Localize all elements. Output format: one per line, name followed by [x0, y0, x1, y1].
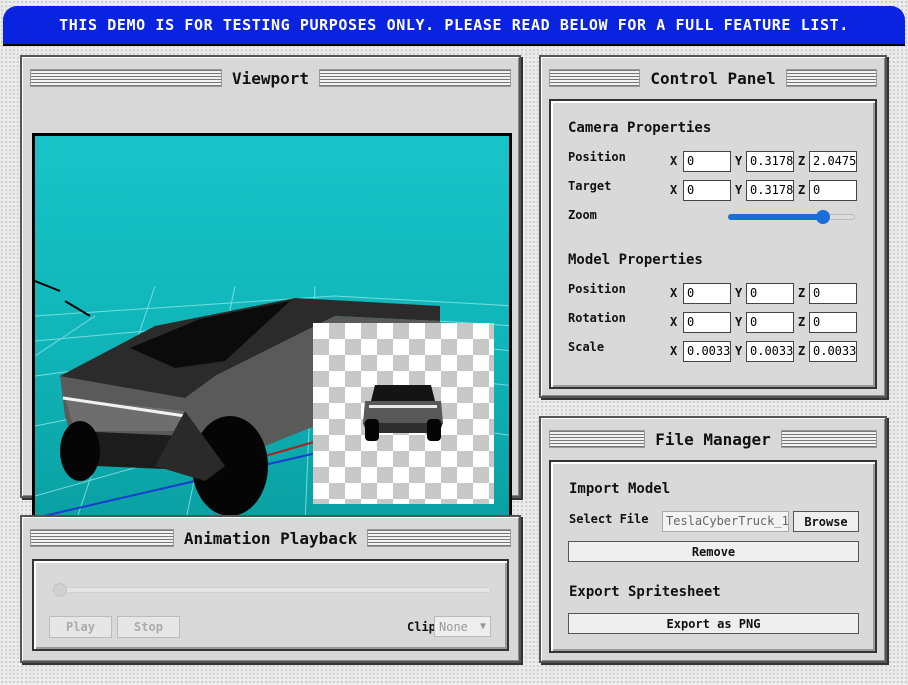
animation-window: Animation Playback Play Stop Clip None ▼: [20, 515, 521, 663]
export-png-button[interactable]: Export as PNG: [568, 613, 859, 634]
viewport-titlebar[interactable]: Viewport: [30, 65, 511, 91]
axis-x-label: X: [670, 315, 678, 329]
axis-x-label: X: [670, 154, 678, 168]
control-panel-titlebar[interactable]: Control Panel: [549, 65, 878, 91]
clip-label: Clip: [407, 620, 436, 634]
axis-y-label: Y: [735, 344, 743, 358]
titlebar-stripes-right: [780, 430, 877, 448]
titlebar-stripes-right: [367, 529, 512, 547]
clip-select[interactable]: None ▼: [434, 616, 491, 637]
camera-position-label: Position: [568, 150, 626, 164]
model-position-z-input[interactable]: 0: [809, 283, 857, 304]
axis-y-label: Y: [735, 315, 743, 329]
3d-viewport-canvas[interactable]: [32, 133, 512, 521]
titlebar-stripes-left: [549, 69, 641, 87]
axis-y-label: Y: [735, 183, 743, 197]
animation-titlebar[interactable]: Animation Playback: [30, 525, 512, 551]
model-position-label: Position: [568, 282, 626, 296]
camera-zoom-label: Zoom: [568, 208, 597, 222]
model-position-y-input[interactable]: 0: [746, 283, 794, 304]
axis-x-label: X: [670, 183, 678, 197]
axis-z-label: Z: [798, 154, 806, 168]
control-panel-body: Camera Properties Position X 0 Y 0.3178 …: [549, 99, 877, 389]
zoom-slider-fill: [728, 214, 824, 220]
select-file-label: Select File: [569, 512, 649, 526]
camera-target-x-input[interactable]: 0: [683, 180, 731, 201]
axis-x-label: X: [670, 344, 678, 358]
file-manager-body: Import Model Select File TeslaCyberTruck…: [549, 460, 877, 653]
titlebar-stripes-right: [319, 69, 511, 87]
viewport-title: Viewport: [231, 68, 310, 88]
axis-x-label: X: [670, 286, 678, 300]
axis-z-label: Z: [798, 286, 806, 300]
camera-properties-heading: Camera Properties: [568, 120, 712, 136]
animation-scrubber[interactable]: [56, 587, 491, 593]
model-scale-y-input[interactable]: 0.0033: [746, 341, 794, 362]
model-scale-z-input[interactable]: 0.0033: [809, 341, 857, 362]
remove-button[interactable]: Remove: [568, 541, 859, 562]
file-manager-titlebar[interactable]: File Manager: [549, 426, 877, 452]
demo-banner: THIS DEMO IS FOR TESTING PURPOSES ONLY. …: [3, 6, 905, 46]
file-manager-window: File Manager Import Model Select File Te…: [539, 416, 887, 663]
clip-select-value: None: [439, 619, 468, 634]
camera-position-y-input[interactable]: 0.3178: [746, 151, 794, 172]
model-rotation-label: Rotation: [568, 311, 626, 325]
scrubber-thumb[interactable]: [53, 583, 67, 597]
titlebar-stripes-right: [785, 69, 878, 87]
titlebar-stripes-left: [30, 69, 222, 87]
control-panel-title: Control Panel: [650, 68, 776, 88]
axis-z-label: Z: [798, 183, 806, 197]
camera-position-z-input[interactable]: 2.0475: [809, 151, 857, 172]
play-button[interactable]: Play: [49, 616, 112, 638]
axis-y-label: Y: [735, 154, 743, 168]
sprite-truck-image: [363, 385, 443, 441]
model-scale-label: Scale: [568, 340, 605, 354]
animation-panel: Play Stop Clip None ▼: [32, 559, 509, 651]
camera-target-y-input[interactable]: 0.3178: [746, 180, 794, 201]
browse-button[interactable]: Browse: [793, 511, 859, 532]
animation-title: Animation Playback: [183, 528, 358, 548]
sprite-preview: [313, 323, 494, 504]
model-properties-heading: Model Properties: [568, 252, 703, 268]
zoom-slider-thumb[interactable]: [816, 210, 831, 224]
titlebar-stripes-left: [30, 529, 174, 547]
model-rotation-x-input[interactable]: 0: [683, 312, 731, 333]
stop-button[interactable]: Stop: [117, 616, 180, 638]
export-spritesheet-heading: Export Spritesheet: [569, 584, 721, 600]
axis-z-label: Z: [798, 315, 806, 329]
camera-target-z-input[interactable]: 0: [809, 180, 857, 201]
control-panel-window: Control Panel Camera Properties Position…: [539, 55, 887, 398]
model-position-x-input[interactable]: 0: [683, 283, 731, 304]
axis-y-label: Y: [735, 286, 743, 300]
axis-z-label: Z: [798, 344, 806, 358]
file-name-field[interactable]: TeslaCyberTruck_1: [662, 511, 789, 532]
import-model-heading: Import Model: [569, 481, 671, 497]
chevron-down-icon: ▼: [479, 621, 486, 632]
titlebar-stripes-left: [549, 430, 646, 448]
camera-target-label: Target: [568, 179, 612, 193]
viewport-window: Viewport: [20, 55, 521, 521]
model-scale-x-input[interactable]: 0.0033: [683, 341, 731, 362]
model-rotation-z-input[interactable]: 0: [809, 312, 857, 333]
model-rotation-y-input[interactable]: 0: [746, 312, 794, 333]
camera-position-x-input[interactable]: 0: [683, 151, 731, 172]
file-manager-title: File Manager: [655, 429, 771, 449]
